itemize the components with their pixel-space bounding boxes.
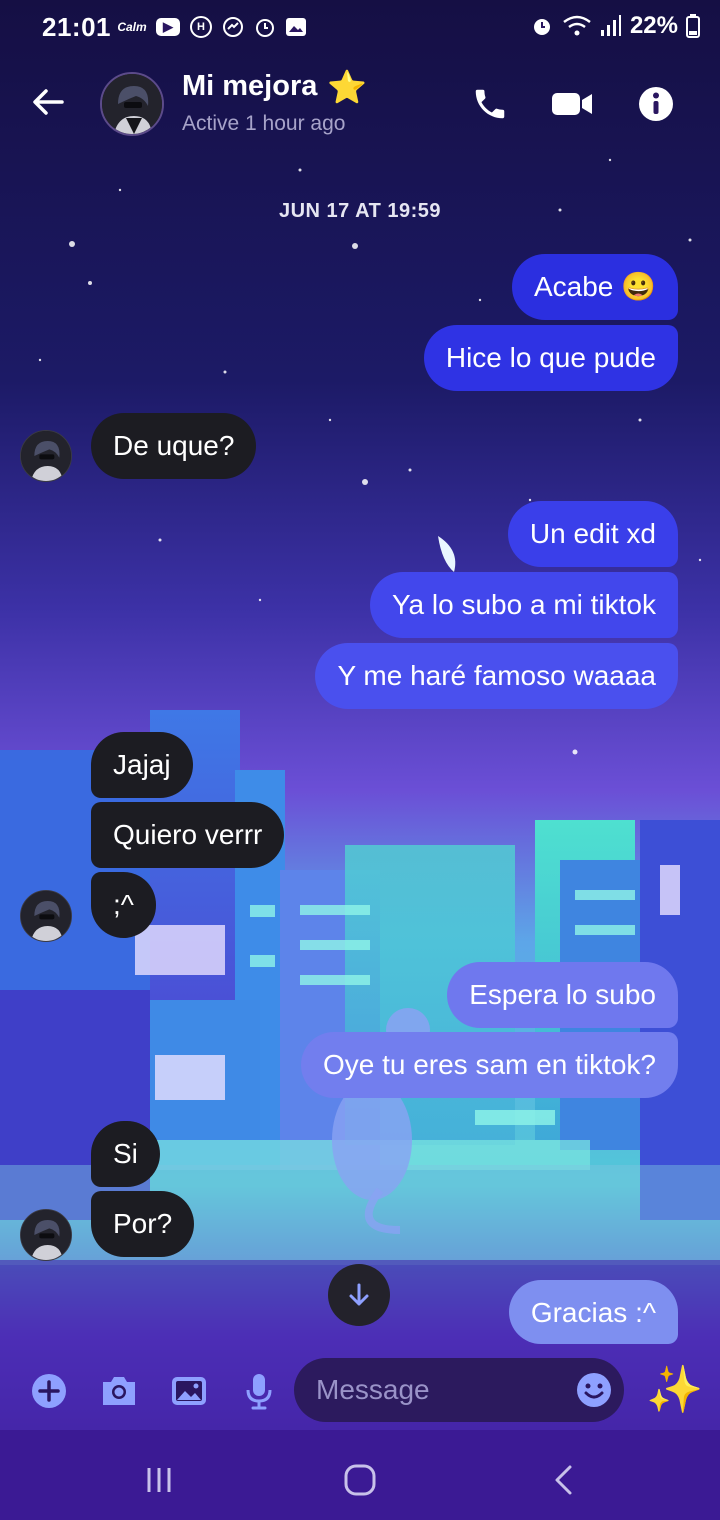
status-bar: 21:01 Calm ▶ H 22% <box>0 0 720 56</box>
status-time: 21:01 <box>42 12 111 42</box>
message-bubble-sent[interactable]: Y me haré famoso waaaa <box>315 643 678 709</box>
arrow-down-icon <box>349 1283 369 1306</box>
contact-name-text: Mi mejora <box>182 70 318 102</box>
wifi-icon <box>563 15 591 36</box>
recent-apps-button[interactable] <box>134 1460 184 1500</box>
back-button[interactable] <box>28 82 68 122</box>
signal-icon <box>600 15 621 36</box>
voice-message-button[interactable] <box>238 1370 280 1412</box>
star-emoji: ⭐ <box>327 68 368 105</box>
quick-reaction-button[interactable]: ✨ <box>646 1362 703 1416</box>
home-icon <box>344 1464 376 1496</box>
message-bubble-sent[interactable]: Hice lo que pude <box>423 325 678 391</box>
info-icon <box>639 87 673 121</box>
notification-icons: Calm ▶ H <box>117 16 306 38</box>
conversation-info-button[interactable] <box>634 82 678 126</box>
message-list[interactable]: JUN 17 AT 19:59 Acabe 😀 Hice lo que pude… <box>0 146 720 1346</box>
system-back-button[interactable] <box>538 1460 588 1500</box>
phone-icon <box>475 89 505 119</box>
image-icon <box>172 1377 206 1405</box>
message-bubble-received[interactable]: Por? <box>91 1191 195 1257</box>
camera-button[interactable] <box>98 1370 140 1412</box>
plus-circle-icon <box>32 1374 66 1408</box>
message-bubble-received[interactable]: ;^ <box>91 872 156 938</box>
emoji-picker-button[interactable] <box>574 1370 614 1410</box>
message-bubble-received[interactable]: Jajaj <box>91 732 193 798</box>
gallery-icon <box>286 18 306 36</box>
contact-avatar-small[interactable] <box>20 1209 72 1261</box>
contact-avatar-small[interactable] <box>20 890 72 942</box>
camera-icon <box>103 1377 135 1405</box>
contact-avatar[interactable] <box>100 72 164 136</box>
date-divider: JUN 17 AT 19:59 <box>278 200 441 222</box>
more-actions-button[interactable] <box>28 1370 70 1412</box>
system-status-icons: 22% <box>530 12 700 40</box>
active-status: Active 1 hour ago <box>182 112 346 135</box>
smiley-icon <box>577 1373 611 1407</box>
message-composer: ✨ <box>0 1356 720 1426</box>
message-bubble-received[interactable]: Si <box>91 1121 160 1187</box>
message-bubble-received[interactable]: De uque? <box>91 413 257 479</box>
message-bubble-sent[interactable]: Un edit xd <box>507 501 678 567</box>
message-bubble-received[interactable]: Quiero verrr <box>91 802 285 868</box>
messenger-icon <box>222 16 244 38</box>
voice-call-button[interactable] <box>468 82 512 126</box>
message-bubble-sent[interactable]: Espera lo subo <box>447 962 678 1028</box>
recent-apps-icon <box>147 1468 171 1492</box>
youtube-icon: ▶ <box>156 18 180 36</box>
chevron-left-icon <box>555 1465 572 1495</box>
battery-percentage: 22% <box>629 12 678 39</box>
message-bubble-sent[interactable]: Oye tu eres sam en tiktok? <box>300 1032 678 1098</box>
message-bubble-sent[interactable]: Gracias :^ <box>508 1280 678 1344</box>
alarm-icon <box>254 16 276 38</box>
alarm-set-icon <box>533 19 550 35</box>
message-bubble-sent[interactable]: Ya lo subo a mi tiktok <box>369 572 678 638</box>
microphone-icon <box>246 1374 272 1410</box>
video-camera-icon <box>552 93 592 115</box>
contact-avatar-small[interactable] <box>20 430 72 482</box>
system-navigation-bar <box>0 1440 720 1520</box>
message-bubble-sent[interactable]: Acabe 😀 <box>511 254 678 320</box>
video-call-button[interactable] <box>550 82 594 126</box>
chat-header: Mi mejora ⭐ Active 1 hour ago <box>0 62 720 146</box>
calm-icon: Calm <box>117 20 147 34</box>
arrow-left-icon <box>33 89 64 115</box>
battery-charging-icon <box>686 14 700 38</box>
contact-name[interactable]: Mi mejora ⭐ <box>182 70 367 103</box>
scroll-to-bottom-button[interactable] <box>328 1264 390 1326</box>
gallery-button[interactable] <box>168 1370 210 1412</box>
hex-app-icon: H <box>190 16 212 38</box>
home-button[interactable] <box>335 1460 385 1500</box>
